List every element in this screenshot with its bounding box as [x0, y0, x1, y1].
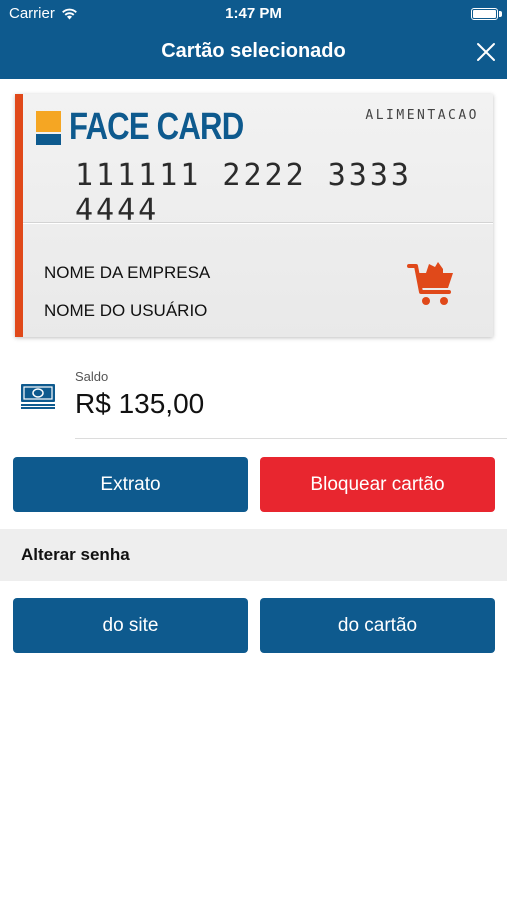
site-password-button[interactable]: do site	[13, 598, 248, 653]
balance-label: Saldo	[75, 369, 109, 384]
status-time: 1:47 PM	[225, 5, 282, 22]
company-name: NOME DA EMPRESA	[44, 263, 211, 282]
logo-mark	[36, 110, 61, 145]
user-name: NOME DO USUÁRIO	[44, 301, 208, 320]
close-icon[interactable]	[475, 41, 497, 63]
balance-value: R$ 135,00	[75, 388, 205, 419]
face-card-logo: FACE CARD	[36, 106, 282, 149]
selected-card: FACE CARD ALIMENTACAO 111111 2222 3333 4…	[15, 94, 493, 337]
block-card-button[interactable]: Bloquear cartão	[260, 457, 495, 512]
shopping-cart-icon	[407, 262, 453, 305]
card-password-button[interactable]: do cartão	[260, 598, 495, 653]
section-title: Alterar senha	[21, 545, 130, 564]
balance-divider	[75, 438, 507, 439]
money-icon	[21, 384, 55, 409]
logo-text: FACE CARD	[69, 106, 244, 148]
card-divider	[23, 222, 493, 224]
battery-icon	[471, 8, 498, 20]
card-type: ALIMENTACAO	[365, 108, 479, 123]
battery-tip	[499, 11, 502, 17]
page-title: Cartão selecionado	[161, 40, 346, 62]
card-number: 111111 2222 3333 4444	[75, 158, 412, 228]
change-password-section: Alterar senha	[0, 529, 507, 581]
status-bar: Carrier 1:47 PM	[0, 0, 507, 27]
statement-button[interactable]: Extrato	[13, 457, 248, 512]
nav-bar: Cartão selecionado	[0, 27, 507, 79]
